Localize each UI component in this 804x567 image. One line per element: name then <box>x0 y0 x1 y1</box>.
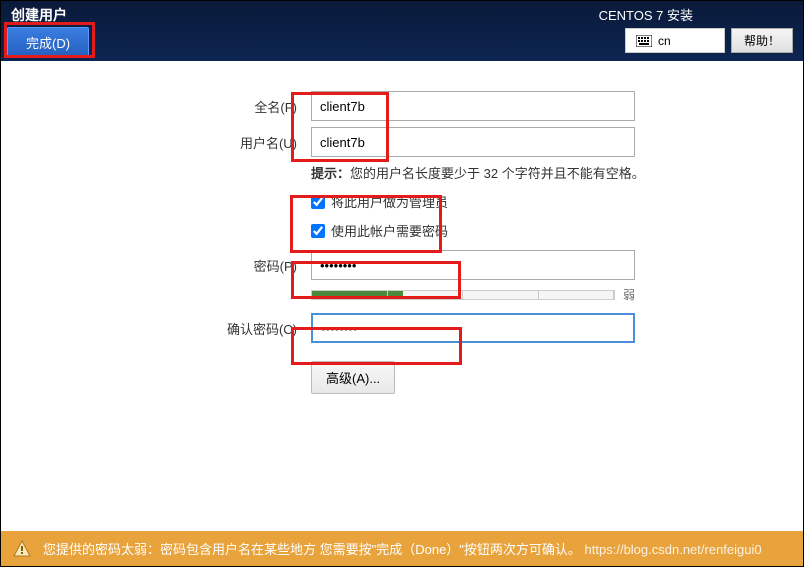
confirm-password-label: 确认密码(C) <box>21 319 311 338</box>
keyboard-icon <box>636 35 652 47</box>
fullname-input[interactable] <box>311 91 635 121</box>
username-hint: 提示：您的用户名长度要少于 32 个字符并且不能有空格。 <box>311 163 645 182</box>
warning-footer: 您提供的密码太弱：密码包含用户名在某些地方 您需要按"完成（Done）"按钮两次… <box>1 531 803 566</box>
password-strength-label: 弱 <box>623 286 635 303</box>
page-title: 创建用户 <box>7 5 89 25</box>
warning-text: 您提供的密码太弱：密码包含用户名在某些地方 您需要按"完成（Done）"按钮两次… <box>43 542 581 557</box>
fullname-label: 全名(F) <box>21 97 311 116</box>
password-strength-bar <box>311 290 615 300</box>
advanced-button[interactable]: 高级(A)... <box>311 361 395 394</box>
password-input[interactable] <box>311 250 635 280</box>
require-password-checkbox-label[interactable]: 使用此帐户需要密码 <box>331 221 448 240</box>
installer-header: 创建用户 完成(D) CENTOS 7 安装 cn 帮助！ <box>1 1 803 61</box>
username-label: 用户名(U) <box>21 133 311 152</box>
confirm-password-input[interactable] <box>311 313 635 343</box>
warning-icon <box>13 540 31 558</box>
password-label: 密码(P) <box>21 256 311 275</box>
admin-checkbox-label[interactable]: 将此用户做为管理员 <box>331 192 448 211</box>
username-input[interactable] <box>311 127 635 157</box>
keyboard-layout-indicator[interactable]: cn <box>625 28 725 53</box>
installer-title: CENTOS 7 安装 <box>599 5 693 24</box>
require-password-checkbox[interactable] <box>311 224 325 238</box>
help-button[interactable]: 帮助！ <box>731 28 793 53</box>
watermark-text: https://blog.csdn.net/renfeigui0 <box>585 542 762 557</box>
keyboard-lang-label: cn <box>658 34 671 48</box>
done-button[interactable]: 完成(D) <box>7 27 89 58</box>
form-content: 全名(F) 用户名(U) 提示：您的用户名长度要少于 32 个字符并且不能有空格… <box>1 61 803 414</box>
admin-checkbox[interactable] <box>311 195 325 209</box>
